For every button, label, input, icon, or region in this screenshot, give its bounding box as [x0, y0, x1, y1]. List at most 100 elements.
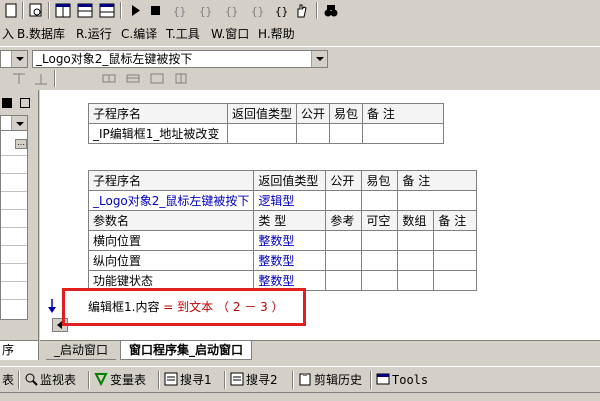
step-over-icon[interactable]: {}: [196, 2, 214, 19]
menu-item-tools[interactable]: T.工具: [166, 26, 200, 42]
tab-startup-window[interactable]: _启动窗口: [46, 341, 117, 360]
menu-bar: 入 B.数据库 R.运行 C.编译 T.工具 W.窗口 H.帮助: [0, 22, 600, 46]
param-array-cell[interactable]: [397, 270, 435, 291]
param-ref-cell[interactable]: [325, 230, 363, 251]
param-remark-cell[interactable]: [433, 270, 478, 291]
step-jump-icon[interactable]: {}: [272, 2, 290, 19]
bottom-item-search1[interactable]: 搜寻1: [164, 371, 212, 389]
run-to-cursor-icon[interactable]: {}: [248, 2, 266, 19]
header-subroutine-name: 子程序名: [87, 170, 255, 191]
bottom-item-label: 剪辑历史: [314, 373, 363, 387]
public-cell[interactable]: [325, 190, 363, 211]
step-out-icon[interactable]: {}: [222, 2, 240, 19]
panel-grip-icon: [2, 98, 12, 108]
panel-tab-label[interactable]: 序: [0, 340, 38, 360]
param-nullable-cell[interactable]: [361, 230, 399, 251]
easy-pack-cell[interactable]: [329, 123, 364, 144]
distribute-icon[interactable]: [32, 70, 50, 87]
menu-item-run[interactable]: R.运行: [76, 26, 112, 42]
print-preview-button[interactable]: [27, 2, 45, 19]
table-row[interactable]: 纵向位置 整数型: [87, 250, 478, 271]
svg-text:{}: {}: [199, 5, 212, 18]
subroutine-name-cell[interactable]: _Logo对象2_鼠标左键被按下: [87, 190, 255, 211]
param-type-cell[interactable]: 整数型: [253, 230, 327, 251]
variables-icon: [94, 372, 108, 387]
step-into-icon[interactable]: {}: [170, 2, 188, 19]
param-ref-cell[interactable]: [325, 270, 363, 291]
bottom-item-search2[interactable]: 搜寻2: [230, 371, 278, 389]
same-height-icon[interactable]: [124, 70, 142, 87]
menu-item-database[interactable]: B.数据库: [17, 26, 65, 42]
toolbar-separator: [54, 70, 56, 87]
param-array-cell[interactable]: [397, 230, 435, 251]
bottom-item-label: 变量表: [110, 373, 147, 387]
new-file-button[interactable]: [2, 2, 20, 19]
menu-item-help[interactable]: H.帮助: [258, 26, 295, 42]
param-nullable-cell[interactable]: [361, 250, 399, 271]
return-type-cell[interactable]: [226, 123, 298, 144]
bottom-toolbar: 表 监视表 变量表 搜寻1 搜寻2 剪辑历史 Tools: [0, 366, 600, 393]
remark-cell[interactable]: [397, 190, 478, 211]
list-divider: [1, 227, 27, 228]
left-combo[interactable]: [0, 50, 28, 68]
header-param-name: 参数名: [87, 210, 255, 231]
public-cell[interactable]: [296, 123, 331, 144]
chevron-down-icon[interactable]: [311, 51, 327, 67]
header-remark: 备 注: [397, 170, 478, 191]
binoculars-icon[interactable]: [322, 2, 340, 19]
param-nullable-cell[interactable]: [361, 270, 399, 291]
window-layout-2-button[interactable]: [76, 2, 94, 19]
bottom-item-clip-history[interactable]: 剪辑历史: [298, 371, 362, 389]
bottom-item-variables[interactable]: 变量表: [94, 371, 146, 389]
same-size-icon[interactable]: [148, 70, 166, 87]
easy-pack-cell[interactable]: [361, 190, 399, 211]
bottom-item-tools[interactable]: Tools: [376, 371, 428, 389]
tools-icon: [376, 372, 390, 386]
run-icon[interactable]: [126, 2, 144, 19]
header-easy-pack: 易包: [329, 103, 364, 124]
menu-item-insert[interactable]: 入: [2, 26, 14, 42]
param-name-cell[interactable]: 横向位置: [87, 230, 255, 251]
center-icon[interactable]: [172, 70, 190, 87]
window-layout-3-button[interactable]: [98, 2, 116, 19]
panel-pin-icon[interactable]: [20, 98, 30, 108]
tab-window-assembly[interactable]: 窗口程序集_启动窗口: [120, 341, 253, 360]
subroutine-combo[interactable]: _Logo对象2_鼠标左键被按下: [32, 50, 328, 68]
param-remark-cell[interactable]: [433, 250, 478, 271]
align-icon[interactable]: [10, 70, 28, 87]
bottom-item-label: 监视表: [40, 373, 77, 387]
toolbar-separator: [120, 2, 122, 19]
header-return-type: 返回值类型: [253, 170, 327, 191]
remark-cell[interactable]: [362, 123, 445, 144]
param-array-cell[interactable]: [397, 250, 435, 271]
header-return-type: 返回值类型: [226, 103, 298, 124]
ellipsis-button[interactable]: …: [15, 139, 27, 149]
subroutine-name-cell[interactable]: _IP编辑框1_地址被改变: [88, 123, 228, 144]
selector-bar: _Logo对象2_鼠标左键被按下: [0, 46, 600, 69]
menu-item-window[interactable]: W.窗口: [211, 26, 249, 42]
menu-item-compile[interactable]: C.编译: [121, 26, 157, 42]
list-divider: [1, 209, 27, 210]
param-type-cell[interactable]: 整数型: [253, 250, 327, 271]
return-type-cell[interactable]: 逻辑型: [253, 190, 327, 211]
param-remark-cell[interactable]: [433, 230, 478, 251]
table-row[interactable]: 横向位置 整数型: [87, 230, 478, 251]
header-public: 公开: [296, 103, 331, 124]
property-list[interactable]: …: [0, 130, 28, 320]
subroutine-combo-value: _Logo对象2_鼠标左键被按下: [36, 52, 193, 66]
param-name-cell[interactable]: 纵向位置: [87, 250, 255, 271]
chevron-down-icon[interactable]: [11, 51, 27, 67]
bottom-item-table[interactable]: 表: [2, 371, 14, 389]
list-divider: [1, 155, 27, 156]
svg-text:{}: {}: [275, 5, 288, 18]
window-layout-1-button[interactable]: [54, 2, 72, 19]
hand-icon[interactable]: [292, 2, 310, 19]
svg-text:{}: {}: [225, 5, 238, 18]
bottom-item-watch[interactable]: 监视表: [24, 371, 76, 389]
param-ref-cell[interactable]: [325, 250, 363, 271]
same-width-icon[interactable]: [100, 70, 118, 87]
svg-text:{}: {}: [251, 5, 264, 18]
stop-icon[interactable]: [146, 2, 164, 19]
toolbar-separator: [224, 371, 226, 389]
header-param-type: 类 型: [253, 210, 327, 231]
